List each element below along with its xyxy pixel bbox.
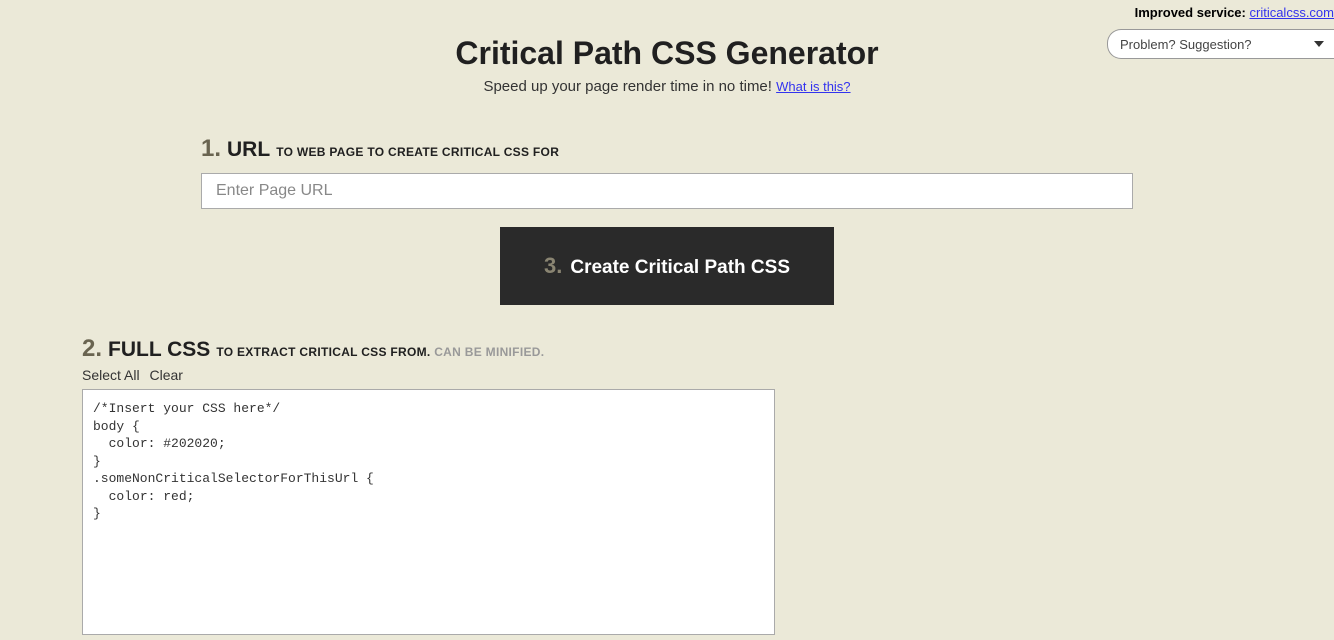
- page-subtitle: Speed up your page render time in no tim…: [483, 78, 850, 95]
- step1-header: 1. URL TO WEB PAGE TO CREATE CRITICAL CS…: [201, 135, 1133, 163]
- feedback-dropdown[interactable]: Problem? Suggestion?: [1107, 29, 1334, 59]
- css-actions: Select All Clear: [82, 367, 1252, 383]
- css-section: 2. FULL CSS TO EXTRACT CRITICAL CSS FROM…: [82, 335, 1252, 640]
- step3-number: 3.: [544, 253, 562, 279]
- feedback-placeholder: Problem? Suggestion?: [1120, 37, 1252, 52]
- improved-service-label: Improved service:: [1135, 5, 1250, 20]
- css-textarea[interactable]: [82, 389, 775, 635]
- what-is-this-link[interactable]: What is this?: [776, 79, 850, 94]
- step2-label: FULL CSS: [108, 338, 210, 362]
- step2-header: 2. FULL CSS TO EXTRACT CRITICAL CSS FROM…: [82, 335, 1252, 363]
- step1-desc: TO WEB PAGE TO CREATE CRITICAL CSS FOR: [276, 145, 559, 159]
- select-all-link[interactable]: Select All: [82, 367, 140, 383]
- step1-label: URL: [227, 138, 270, 162]
- improved-service-link[interactable]: criticalcss.com: [1249, 5, 1334, 20]
- create-button[interactable]: 3. Create Critical Path CSS: [500, 227, 834, 305]
- clear-link[interactable]: Clear: [149, 367, 182, 383]
- step2-number: 2.: [82, 335, 102, 363]
- page-title: Critical Path CSS Generator: [455, 35, 878, 72]
- create-button-label: Create Critical Path CSS: [570, 257, 790, 279]
- step2-desc: TO EXTRACT CRITICAL CSS FROM. CAN BE MIN…: [216, 345, 544, 359]
- step2-desc-muted: CAN BE MINIFIED.: [434, 345, 544, 359]
- step1-number: 1.: [201, 135, 221, 163]
- top-bar: Improved service: criticalcss.com Proble…: [1107, 0, 1334, 59]
- main-container: Critical Path CSS Generator Speed up you…: [0, 0, 1334, 640]
- subtitle-text: Speed up your page render time in no tim…: [483, 78, 776, 95]
- url-input[interactable]: [201, 173, 1133, 209]
- url-section: 1. URL TO WEB PAGE TO CREATE CRITICAL CS…: [201, 135, 1133, 209]
- improved-service-text: Improved service: criticalcss.com: [1135, 0, 1334, 25]
- step2-desc-text: TO EXTRACT CRITICAL CSS FROM.: [216, 345, 434, 359]
